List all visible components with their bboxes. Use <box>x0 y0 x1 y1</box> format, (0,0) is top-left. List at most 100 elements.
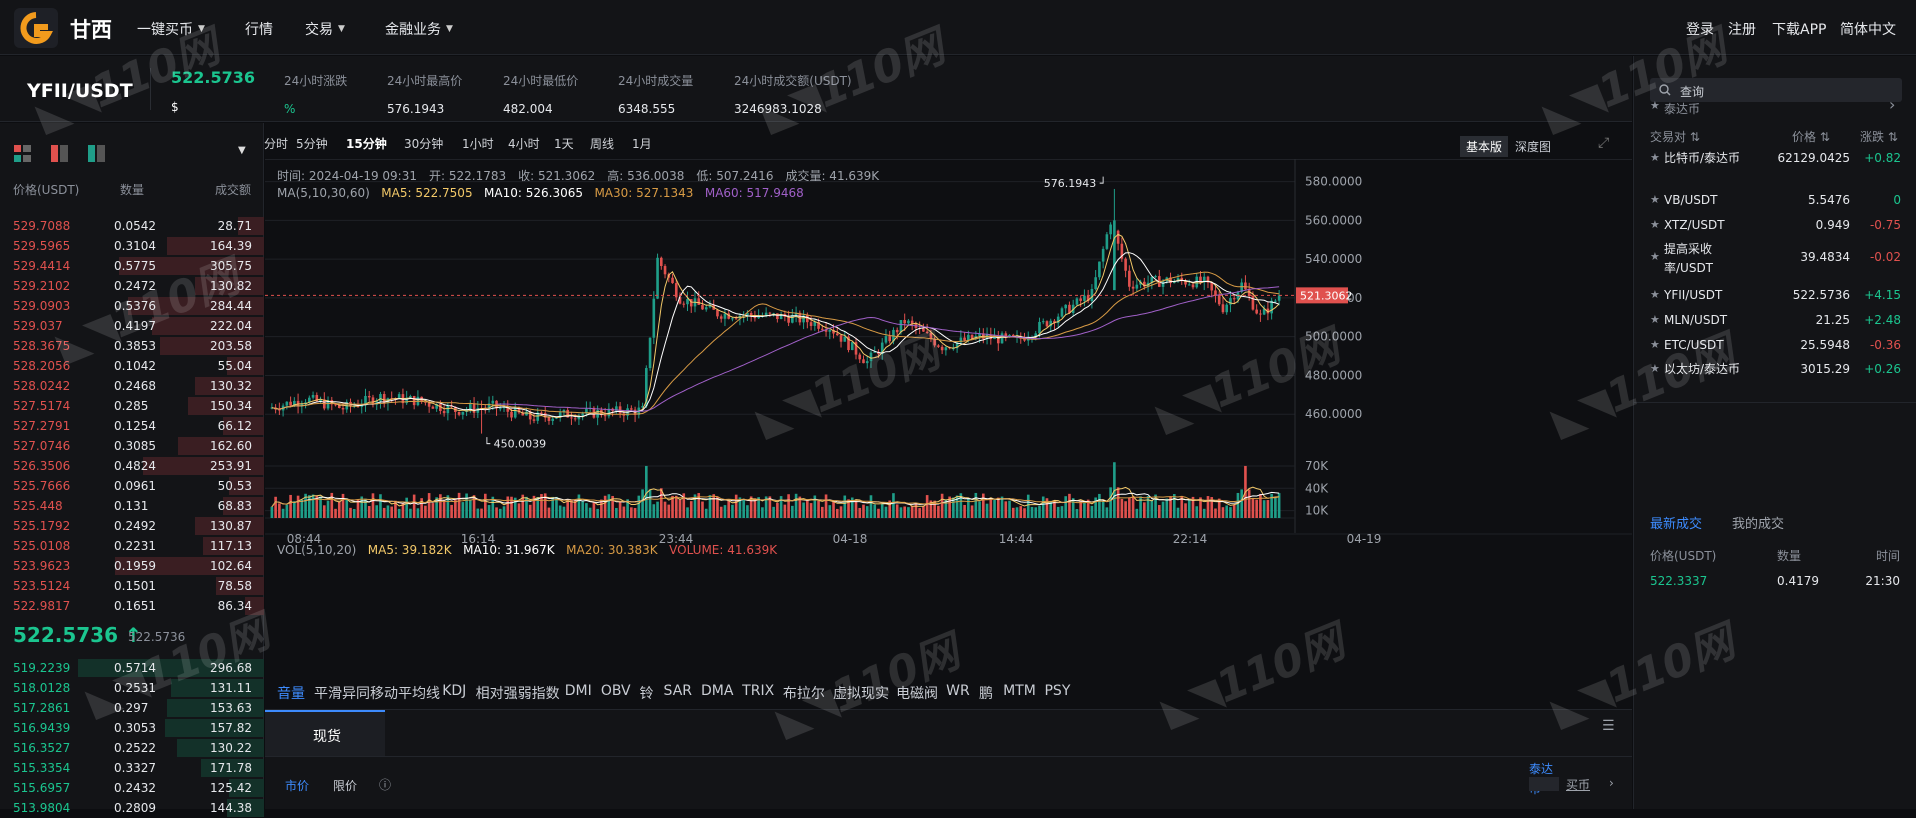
indicator-tab[interactable]: OBV <box>601 683 631 699</box>
price-axis-label: 540.0000 <box>1305 252 1362 266</box>
star-icon[interactable]: ★ <box>1650 218 1660 231</box>
order-type-market[interactable]: 市价 <box>285 777 309 794</box>
order-price: 527.2791 <box>13 419 71 433</box>
order-row[interactable]: 527.0746 0.3085 162.60 <box>0 436 264 456</box>
order-price: 523.5124 <box>13 579 71 593</box>
order-row[interactable]: 516.9439 0.3053 157.82 <box>0 718 264 738</box>
indicator-tab[interactable]: 鹏 <box>979 683 993 703</box>
volume-bar <box>326 500 330 518</box>
indicator-tab[interactable]: DMA <box>701 683 733 699</box>
chevron-right-icon[interactable]: › <box>1889 95 1895 114</box>
indicator-tab[interactable]: 平滑异同移动平均线 <box>314 683 440 703</box>
volume-bar <box>1075 509 1079 518</box>
star-icon[interactable]: ★ <box>1650 193 1660 206</box>
order-row[interactable]: 525.448 0.131 68.83 <box>0 496 264 516</box>
indicator-tab[interactable]: 铃 <box>640 683 654 703</box>
order-row[interactable]: 517.2861 0.297 153.63 <box>0 698 264 718</box>
brand-logo-icon[interactable] <box>14 8 58 48</box>
volume-bar <box>289 494 292 518</box>
volume-axis-label: 10K <box>1305 504 1329 518</box>
nav-trade[interactable]: 交易 ▼ <box>305 19 345 39</box>
buy-coin-link[interactable]: 买币 <box>1566 776 1590 793</box>
order-row[interactable]: 513.9804 0.2809 144.38 <box>0 798 264 818</box>
order-row[interactable]: 529.037 0.4197 222.04 <box>0 316 264 336</box>
indicator-tab[interactable]: 电磁阀 <box>896 683 938 703</box>
tab-latest-trades[interactable]: 最新成交 <box>1650 513 1702 532</box>
order-row[interactable]: 528.3675 0.3853 203.58 <box>0 336 264 356</box>
order-row[interactable]: 527.5174 0.285 150.34 <box>0 396 264 416</box>
star-icon[interactable]: ★ <box>1650 250 1660 263</box>
candle-body <box>472 404 476 413</box>
precision-dropdown-icon[interactable]: ▼ <box>238 145 246 156</box>
nav-quick-buy[interactable]: 一键买币 ▼ <box>137 19 205 39</box>
candle-body <box>431 406 435 409</box>
order-row[interactable]: 522.9817 0.1651 86.34 <box>0 596 264 616</box>
order-row[interactable]: 515.6957 0.2432 125.42 <box>0 778 264 798</box>
top-navigation-bar: 甘西 一键买币 ▼ 行情 交易 ▼ 金融业务 ▼ 登录 注册 下载APP 简体中文 <box>0 0 1916 55</box>
order-row[interactable]: 527.2791 0.1254 66.12 <box>0 416 264 436</box>
last-price-sub: 522.5736 <box>128 630 186 644</box>
indicator-tab[interactable]: 布拉尔 <box>783 683 825 703</box>
indicator-tab[interactable]: 音量 <box>277 683 305 703</box>
register-link[interactable]: 注册 <box>1728 19 1756 39</box>
language-selector[interactable]: 简体中文 <box>1840 19 1896 39</box>
nav-market[interactable]: 行情 <box>245 19 273 39</box>
menu-icon[interactable]: ☰ <box>1602 718 1615 734</box>
order-row[interactable]: 529.5965 0.3104 164.39 <box>0 236 264 256</box>
indicator-tab[interactable]: MTM <box>1003 683 1036 699</box>
search-input[interactable]: 查询 <box>1650 78 1902 102</box>
star-icon[interactable]: ★ <box>1650 362 1660 375</box>
tab-my-trades[interactable]: 我的成交 <box>1732 513 1784 532</box>
tab-spot[interactable]: 现货 <box>265 710 385 756</box>
indicator-tab[interactable]: WR <box>946 683 970 699</box>
market-group[interactable]: 泰达币 <box>1664 100 1700 117</box>
star-icon[interactable]: ★ <box>1650 288 1660 301</box>
indicator-tab[interactable]: DMI <box>565 683 592 699</box>
order-row[interactable]: 525.7666 0.0961 50.53 <box>0 476 264 496</box>
indicator-tab[interactable]: KDJ <box>442 683 466 699</box>
order-row[interactable]: 523.9623 0.1959 102.64 <box>0 556 264 576</box>
order-row[interactable]: 528.0242 0.2468 130.32 <box>0 376 264 396</box>
star-icon[interactable]: ★ <box>1650 151 1660 164</box>
book-bids-view-icon[interactable] <box>88 145 105 162</box>
volume-bar <box>1038 505 1041 518</box>
order-row[interactable]: 523.5124 0.1501 78.58 <box>0 576 264 596</box>
order-row[interactable]: 529.0903 0.5376 284.44 <box>0 296 264 316</box>
indicator-tab[interactable]: PSY <box>1044 683 1070 699</box>
order-row[interactable]: 529.7088 0.0542 28.71 <box>0 216 264 236</box>
order-row[interactable]: 519.2239 0.5714 296.68 <box>0 658 264 678</box>
order-row[interactable]: 526.3506 0.4824 253.91 <box>0 456 264 476</box>
indicator-tab[interactable]: TRIX <box>742 683 774 699</box>
info-icon[interactable]: ⓘ <box>379 776 391 793</box>
login-link[interactable]: 登录 <box>1686 19 1714 39</box>
order-row[interactable]: 516.3527 0.2522 130.22 <box>0 738 264 758</box>
book-both-view-icon[interactable] <box>14 145 31 162</box>
order-row[interactable]: 525.1792 0.2492 130.87 <box>0 516 264 536</box>
star-icon[interactable]: ★ <box>1650 338 1660 351</box>
order-row[interactable]: 515.3354 0.3327 171.78 <box>0 758 264 778</box>
candlestick-chart[interactable]: 580.0000560.0000540.0000520.0000500.0000… <box>265 123 1632 663</box>
pair-title[interactable]: YFII/USDT <box>27 80 133 102</box>
indicator-tab[interactable]: SAR <box>664 683 692 699</box>
brand-name[interactable]: 甘西 <box>70 14 112 44</box>
download-app-link[interactable]: 下载APP <box>1772 19 1826 39</box>
order-row[interactable]: 525.0108 0.2231 117.13 <box>0 536 264 556</box>
star-icon[interactable]: ★ <box>1650 99 1660 112</box>
market-header-price[interactable]: 价格 ⇅ <box>1792 128 1830 145</box>
order-price: 519.2239 <box>13 661 71 675</box>
order-row[interactable]: 529.4414 0.5775 305.75 <box>0 256 264 276</box>
order-type-limit[interactable]: 限价 <box>333 777 357 794</box>
market-header-pair[interactable]: 交易对 ⇅ <box>1650 128 1700 145</box>
order-row[interactable]: 528.2056 0.1042 55.04 <box>0 356 264 376</box>
market-header-change[interactable]: 涨跌 ⇅ <box>1860 128 1898 145</box>
vol-ma10-line <box>271 491 1280 508</box>
volume-bar <box>1026 494 1030 518</box>
book-asks-view-icon[interactable] <box>51 145 68 162</box>
nav-finance[interactable]: 金融业务 ▼ <box>385 19 453 39</box>
star-icon[interactable]: ★ <box>1650 313 1660 326</box>
order-row[interactable]: 529.2102 0.2472 130.82 <box>0 276 264 296</box>
indicator-tab[interactable]: 相对强弱指数 <box>476 683 560 703</box>
order-row[interactable]: 518.0128 0.2531 131.11 <box>0 678 264 698</box>
indicator-tab[interactable]: 虚拟现实 <box>833 683 889 703</box>
pair-selector-box[interactable] <box>1529 777 1559 791</box>
